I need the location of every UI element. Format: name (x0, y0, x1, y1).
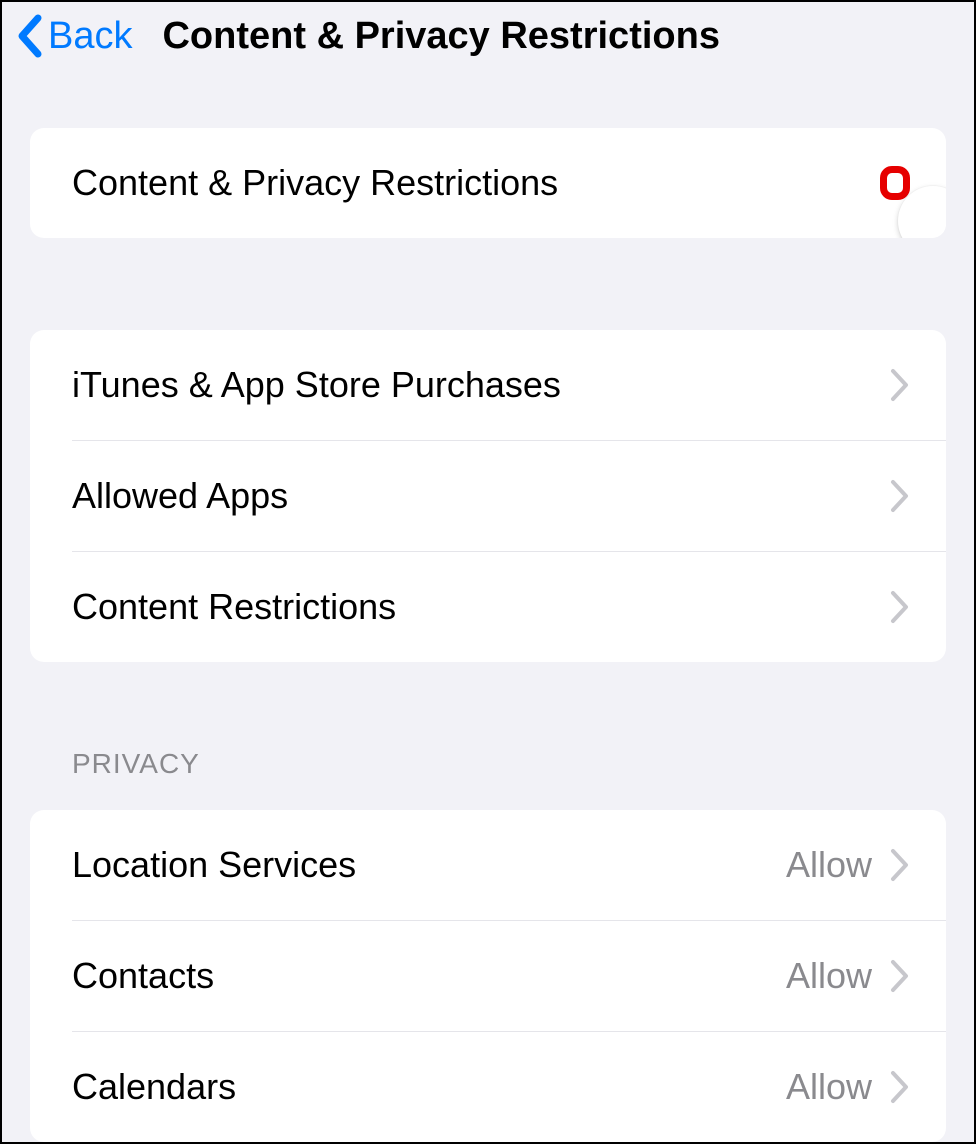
row-label: Contacts (72, 955, 214, 997)
page-title: Content & Privacy Restrictions (162, 15, 719, 58)
nav-header: Back Content & Privacy Restrictions (2, 2, 974, 70)
section-header-privacy: PRIVACY (72, 748, 974, 780)
chevron-right-icon (890, 590, 910, 624)
chevron-right-icon (890, 368, 910, 402)
chevron-right-icon (890, 479, 910, 513)
chevron-right-icon (890, 959, 910, 993)
row-value: Allow (786, 1066, 872, 1108)
back-label: Back (48, 15, 132, 58)
row-contacts[interactable]: Contacts Allow (30, 921, 946, 1031)
row-label: Allowed Apps (72, 475, 288, 517)
highlight-box (880, 166, 910, 200)
row-label: Content Restrictions (72, 586, 396, 628)
row-calendars[interactable]: Calendars Allow (30, 1032, 946, 1142)
row-content-privacy-restrictions[interactable]: Content & Privacy Restrictions (30, 128, 946, 238)
row-content-restrictions[interactable]: Content Restrictions (30, 552, 946, 662)
chevron-left-icon (16, 14, 44, 58)
row-allowed-apps[interactable]: Allowed Apps (30, 441, 946, 551)
row-label: Content & Privacy Restrictions (72, 162, 558, 204)
section-privacy: Location Services Allow Contacts Allow C… (30, 810, 946, 1142)
row-label: iTunes & App Store Purchases (72, 364, 561, 406)
section-restrictions: iTunes & App Store Purchases Allowed App… (30, 330, 946, 662)
row-value: Allow (786, 955, 872, 997)
row-value: Allow (786, 844, 872, 886)
row-label: Location Services (72, 844, 356, 886)
toggle-knob (898, 186, 946, 238)
chevron-right-icon (890, 1070, 910, 1104)
section-master-toggle: Content & Privacy Restrictions (30, 128, 946, 238)
row-location-services[interactable]: Location Services Allow (30, 810, 946, 920)
row-itunes-app-store[interactable]: iTunes & App Store Purchases (30, 330, 946, 440)
chevron-right-icon (890, 848, 910, 882)
back-button[interactable]: Back (16, 14, 132, 58)
row-label: Calendars (72, 1066, 236, 1108)
